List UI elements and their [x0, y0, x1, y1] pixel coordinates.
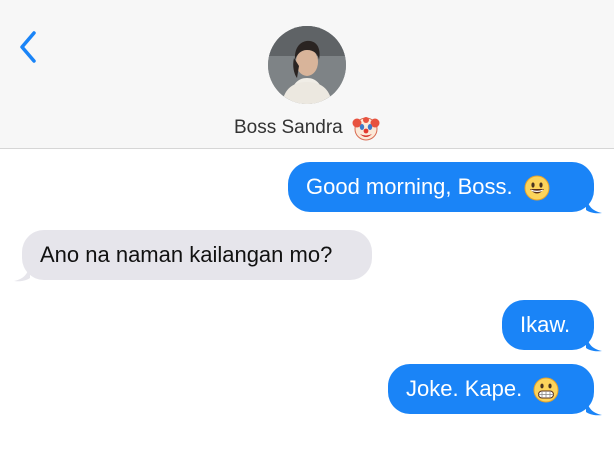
bubble-tail — [586, 196, 602, 214]
conversation-header: Boss Sandra — [0, 0, 614, 149]
message-bubble-incoming[interactable]: Ano na naman kailangan mo? — [22, 230, 372, 280]
bubble-tail — [586, 334, 602, 352]
contact-name[interactable]: Boss Sandra — [0, 114, 614, 142]
contact-avatar[interactable] — [268, 26, 346, 104]
back-button[interactable] — [14, 28, 44, 68]
message-bubble-outgoing[interactable]: Ikaw. — [502, 300, 594, 350]
message-text: Joke. Kape. — [406, 376, 523, 401]
message-bubble-outgoing[interactable]: Good morning, Boss. — [288, 162, 594, 212]
grimacing-face-icon — [533, 377, 559, 403]
message-text: Ano na naman kailangan mo? — [40, 242, 333, 267]
message-bubble-outgoing[interactable]: Joke. Kape. — [388, 364, 594, 414]
grinning-face-icon — [524, 175, 550, 201]
bubble-tail — [14, 264, 30, 282]
chevron-left-icon — [20, 31, 36, 63]
message-text: Ikaw. — [520, 312, 571, 337]
clown-face-icon — [352, 117, 380, 141]
avatar-photo — [268, 26, 346, 104]
contact-name-label: Boss Sandra — [233, 117, 343, 139]
message-text: Good morning, Boss. — [306, 174, 513, 199]
bubble-tail — [586, 398, 602, 416]
